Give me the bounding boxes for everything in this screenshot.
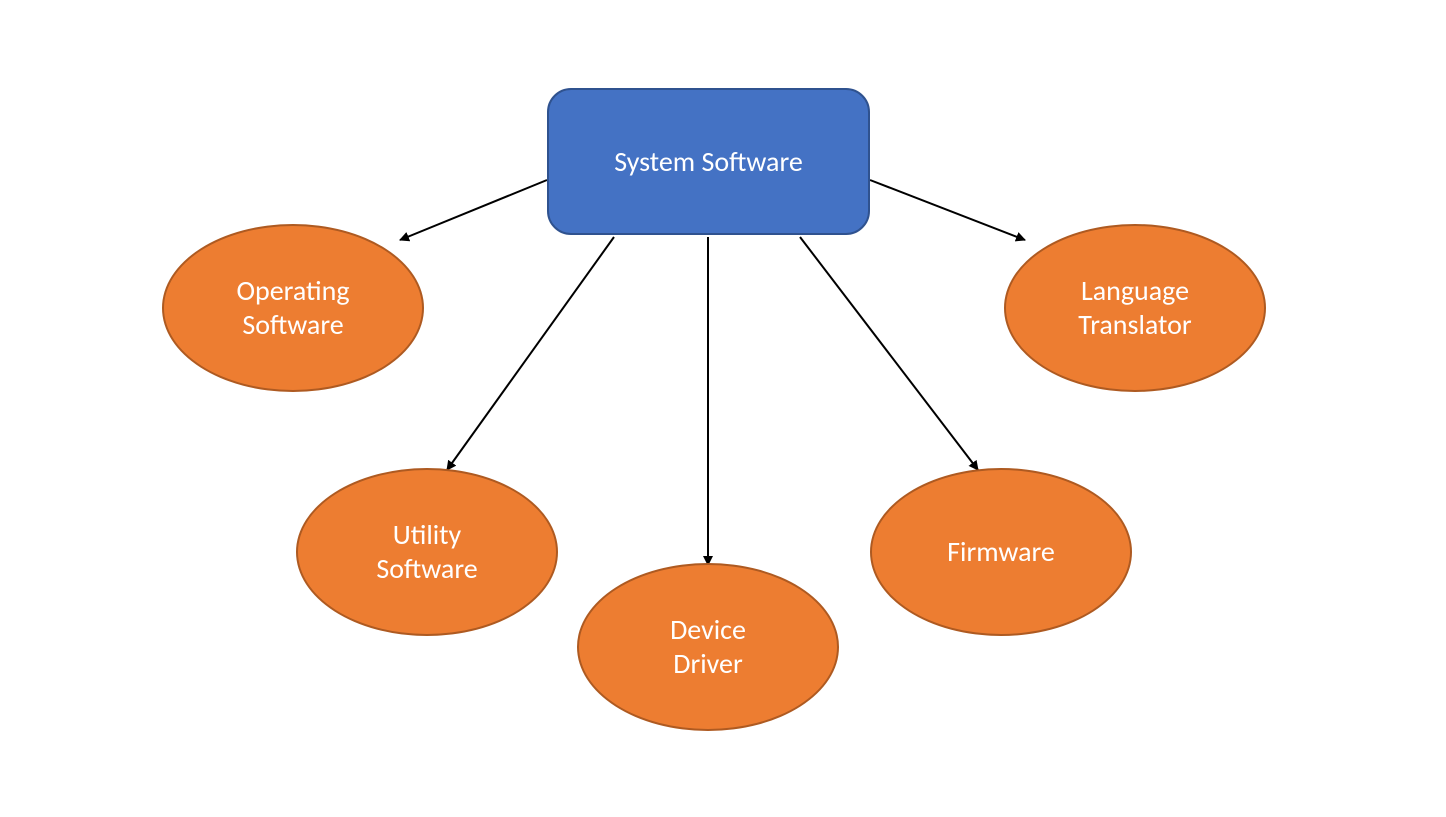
root-label: System Software [614, 144, 803, 179]
node-utility-software: Utility Software [296, 468, 558, 636]
node-firmware: Firmware [870, 468, 1132, 636]
node-device-driver: Device Driver [577, 563, 839, 731]
node-operating-software: Operating Software [162, 224, 424, 392]
node-label: Firmware [947, 535, 1055, 569]
node-label: Device Driver [670, 613, 746, 680]
node-label: Utility Software [376, 518, 477, 585]
root-node-system-software: System Software [547, 88, 870, 235]
node-language-translator: Language Translator [1004, 224, 1266, 392]
node-label: Language Translator [1078, 274, 1191, 341]
node-label: Operating Software [236, 274, 349, 341]
